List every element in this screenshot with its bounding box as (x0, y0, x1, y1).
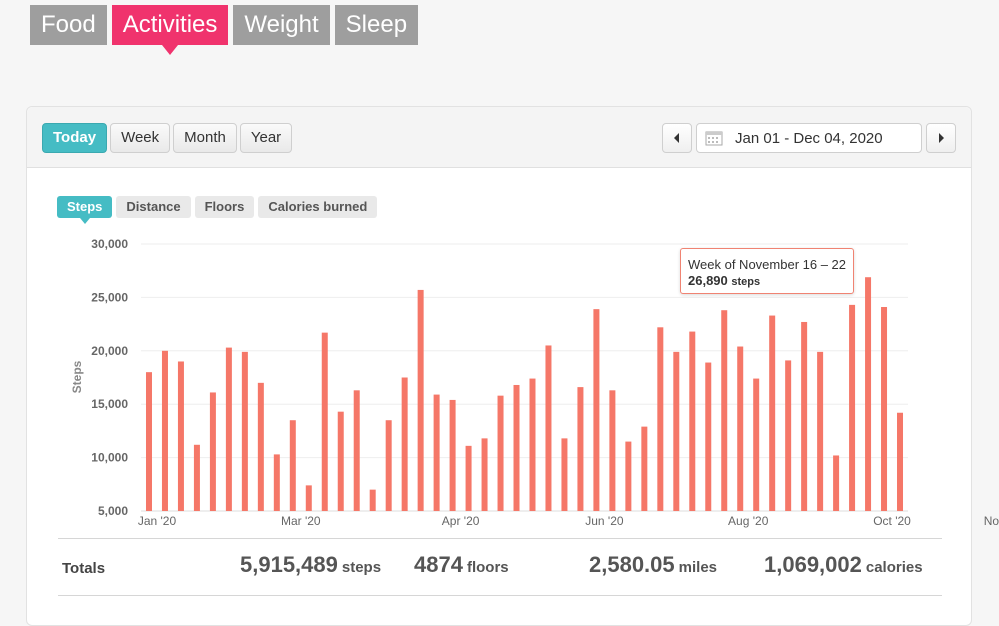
bar (753, 378, 760, 511)
tooltip-value-line: 26,890 steps (688, 273, 846, 290)
bar (721, 310, 728, 511)
y-tick-label: 30,000 (91, 237, 128, 251)
bar (481, 438, 488, 511)
x-tick-label: Nov '20 (984, 514, 999, 528)
bar (625, 441, 632, 511)
bar (417, 289, 424, 511)
bar (241, 351, 248, 511)
bar (177, 361, 184, 511)
bar (449, 399, 456, 511)
bar (385, 420, 392, 511)
bar (289, 420, 296, 511)
total-calories: 1,069,002 calories (764, 552, 923, 578)
bar (561, 438, 568, 511)
bar (833, 455, 840, 511)
x-tick-label: Apr '20 (442, 514, 480, 528)
bar (689, 331, 696, 511)
bar (609, 390, 616, 511)
bar (513, 384, 520, 511)
bar (785, 360, 792, 511)
x-tick-label: Jan '20 (138, 514, 177, 528)
totals-label: Totals (62, 560, 106, 577)
bar (401, 377, 408, 511)
total-floors: 4874 floors (414, 552, 509, 578)
tooltip-value: 26,890 (688, 273, 728, 288)
bar (529, 378, 536, 511)
bar (865, 277, 872, 511)
bar (657, 327, 664, 511)
total-steps-unit: steps (341, 559, 382, 576)
bar (433, 394, 440, 511)
bar (593, 309, 600, 511)
bar (881, 307, 888, 511)
total-miles: 2,580.05 miles (589, 552, 717, 578)
total-miles-value: 2,580.05 (589, 552, 675, 577)
total-floors-unit: floors (466, 559, 509, 576)
total-steps-value: 5,915,489 (240, 552, 338, 577)
bar (225, 347, 232, 511)
bar (273, 454, 280, 511)
bar (801, 321, 808, 511)
bar (353, 390, 360, 511)
bar (161, 350, 168, 511)
y-tick-label: 25,000 (91, 290, 128, 304)
bar (897, 412, 904, 511)
bar (769, 315, 776, 511)
bar (337, 411, 344, 511)
bar (257, 382, 264, 511)
x-tick-label: Aug '20 (728, 514, 769, 528)
y-tick-label: 15,000 (91, 397, 128, 411)
bar (737, 346, 744, 511)
bar (545, 345, 552, 511)
x-tick-label: Oct '20 (873, 514, 911, 528)
bar (705, 362, 712, 511)
total-calories-value: 1,069,002 (764, 552, 862, 577)
bar (369, 489, 376, 511)
y-tick-label: 10,000 (91, 451, 128, 465)
bar (849, 304, 856, 511)
bar (673, 351, 680, 511)
bar (209, 392, 216, 511)
total-floors-value: 4874 (414, 552, 463, 577)
x-tick-label: Jun '20 (585, 514, 624, 528)
y-tick-label: 20,000 (91, 344, 128, 358)
bar (641, 426, 648, 511)
tooltip-title: Week of November 16 – 22 (688, 257, 847, 272)
bar (321, 332, 328, 511)
total-miles-unit: miles (678, 559, 717, 576)
tooltip-unit: steps (731, 276, 761, 288)
bar (193, 444, 200, 511)
bar (497, 395, 504, 511)
totals-row: Totals 5,915,489 steps 4874 floors 2,580.0… (58, 538, 942, 596)
chart-tooltip: Week of November 16 – 22 26,890 steps (680, 248, 854, 294)
bar (465, 445, 472, 511)
y-axis-label: Steps (70, 360, 84, 393)
x-tick-label: Mar '20 (281, 514, 321, 528)
bar (577, 387, 584, 511)
y-tick-label: 5,000 (98, 504, 128, 518)
total-steps: 5,915,489 steps (240, 552, 381, 578)
bar (817, 351, 824, 511)
bar (145, 372, 152, 511)
bar (305, 485, 312, 511)
total-calories-unit: calories (865, 559, 923, 576)
